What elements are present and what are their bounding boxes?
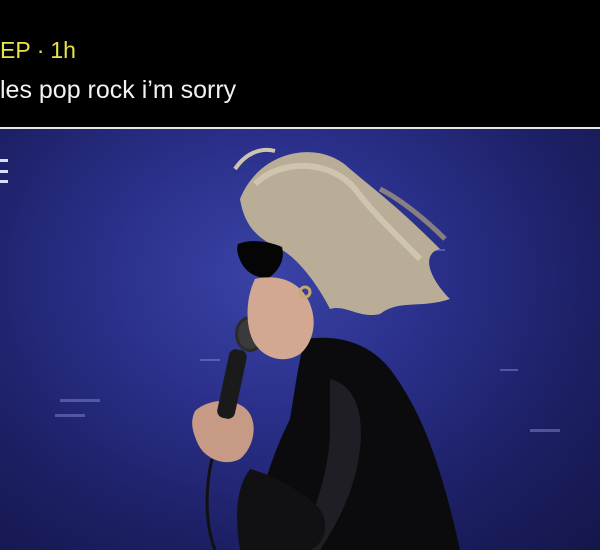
- media-control-icon[interactable]: [0, 159, 8, 183]
- icon-bar: [0, 180, 8, 183]
- meta-separator: ·: [36, 37, 45, 63]
- post-meta: EP · 1h: [0, 36, 76, 64]
- post-time[interactable]: 1h: [50, 37, 76, 63]
- video-frame[interactable]: [0, 129, 600, 550]
- icon-bar: [0, 159, 8, 162]
- post-caption: les pop rock i’m sorry: [0, 76, 237, 104]
- performer-illustration: [55, 148, 560, 550]
- post-header: EP · 1h les pop rock i’m sorry: [0, 0, 600, 127]
- icon-bar: [0, 169, 8, 173]
- author-name[interactable]: EP: [0, 37, 31, 63]
